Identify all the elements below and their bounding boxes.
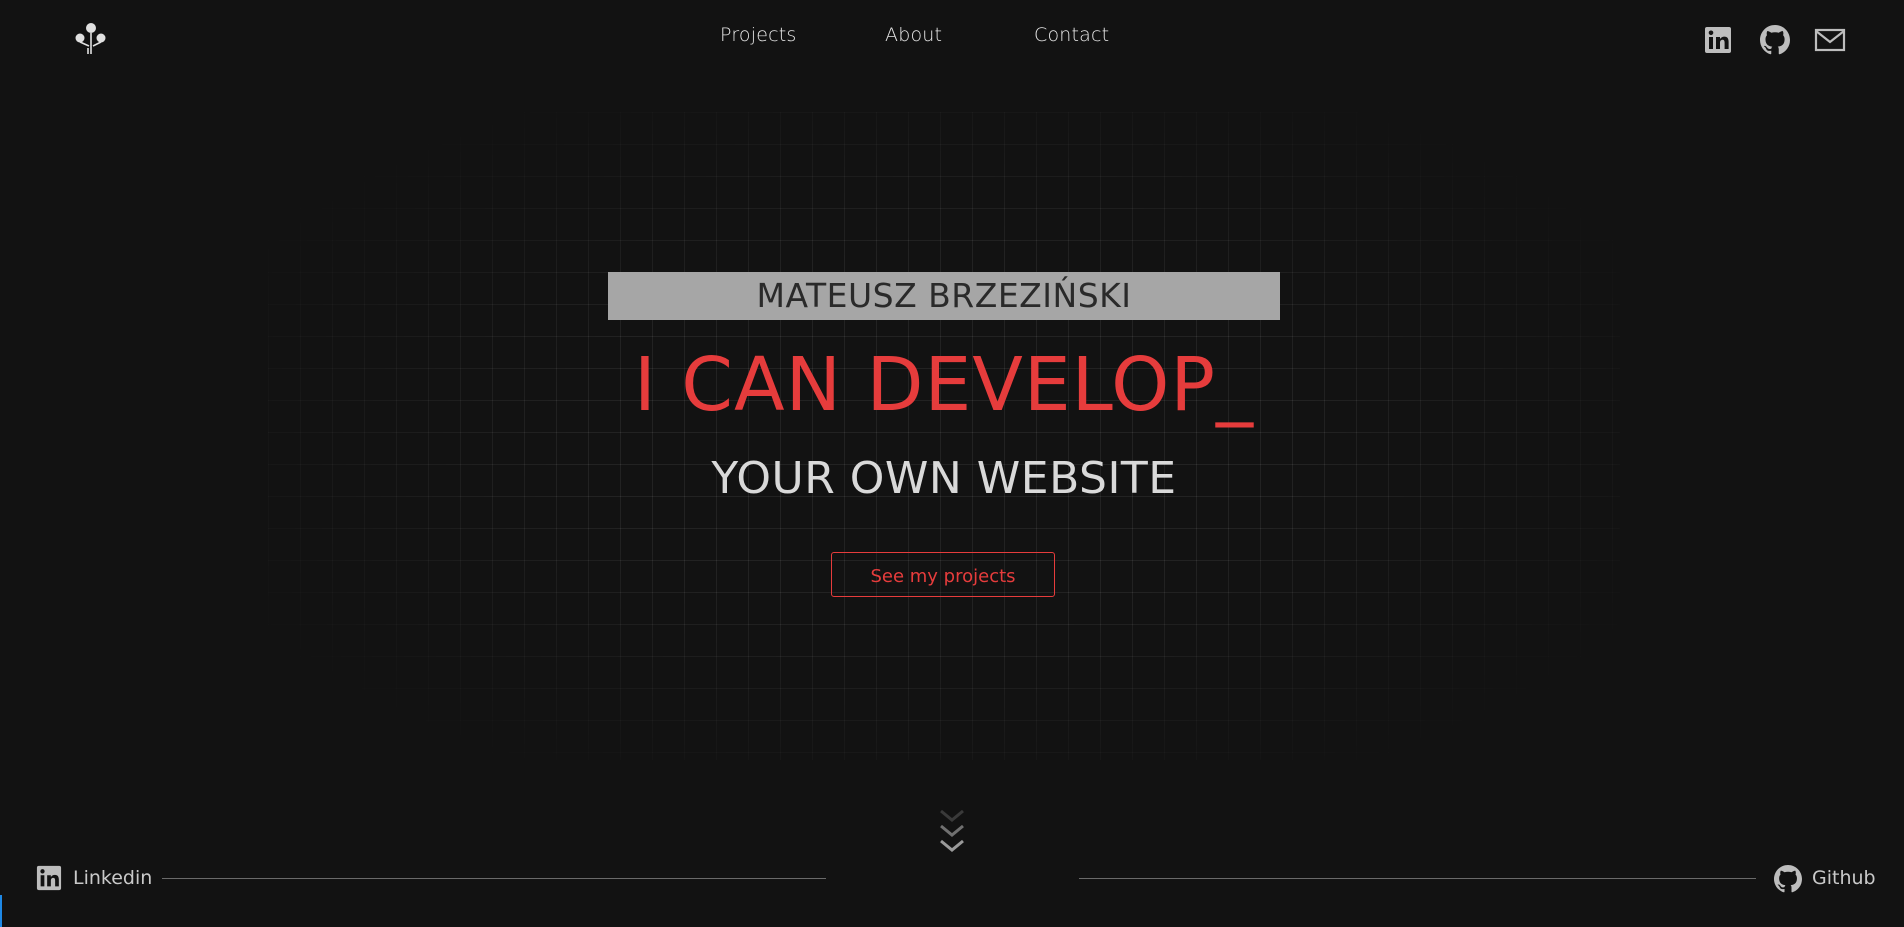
nav-contact-link[interactable]: Contact (1034, 24, 1109, 46)
page: Projects About Contact MATEUSZ BRZEZIŃSK… (0, 0, 1904, 927)
github-icon[interactable] (1760, 24, 1790, 56)
linkedin-icon (36, 865, 62, 891)
footer-divider-right (1079, 878, 1756, 879)
main-nav: Projects About Contact (0, 24, 1904, 54)
linkedin-icon[interactable] (1704, 24, 1732, 56)
footer-linkedin-label: Linkedin (73, 867, 153, 889)
name-banner: MATEUSZ BRZEZIŃSKI (608, 272, 1280, 320)
footer-github-label: Github (1812, 867, 1876, 889)
hero-subline: YOUR OWN WEBSITE (711, 453, 1177, 504)
footer-divider-left (162, 878, 826, 879)
mail-icon[interactable] (1814, 24, 1846, 56)
grid-background (268, 112, 1620, 760)
see-projects-button[interactable]: See my projects (831, 552, 1055, 597)
window-edge-marker (0, 895, 2, 927)
hero-headline: I CAN DEVELOP_ (633, 342, 1255, 428)
chevrons-down-icon[interactable] (938, 808, 966, 864)
github-icon (1774, 865, 1802, 893)
site-header: Projects About Contact (0, 0, 1904, 80)
nav-about-link[interactable]: About (885, 24, 942, 46)
nav-projects-link[interactable]: Projects (720, 24, 797, 46)
